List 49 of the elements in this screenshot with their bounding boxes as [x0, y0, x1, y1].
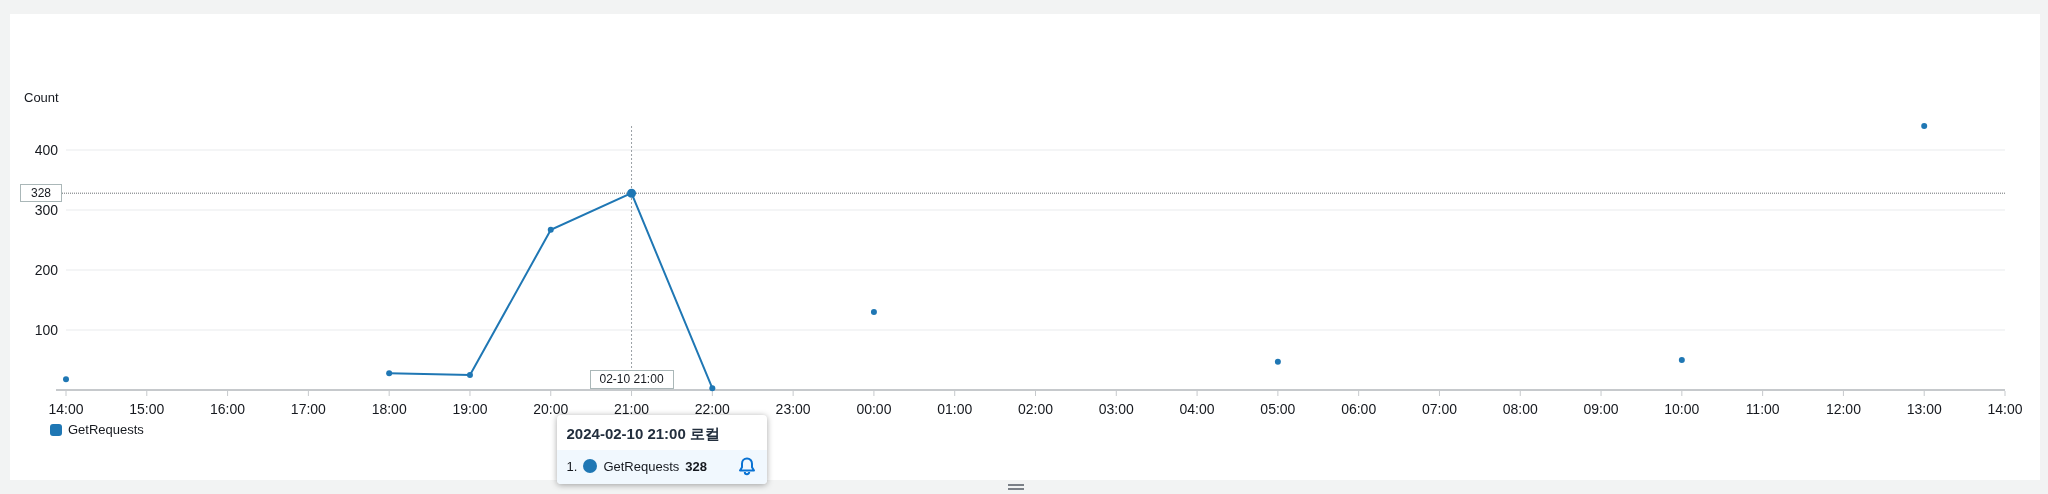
x-tick-label: 22:00 [694, 401, 730, 417]
tooltip-title: 2024-02-10 21:00 로컬 [565, 424, 721, 444]
x-tick-label: 12:00 [1825, 401, 1861, 417]
x-tick-label: 14:00 [1987, 401, 2023, 417]
x-tick-label: 10:00 [1664, 401, 1700, 417]
data-point [1921, 123, 1928, 129]
legend-label[interactable]: GetRequests [68, 422, 144, 437]
x-tick-label: 01:00 [937, 401, 973, 417]
x-tick-label: 13:00 [1906, 401, 1942, 417]
data-point [63, 376, 69, 383]
y-tick-label: 100 [34, 322, 58, 338]
resize-handle-icon[interactable] [1008, 484, 1024, 490]
x-tick-label: 16:00 [210, 401, 246, 417]
crosshair-value-label: 328 [20, 184, 62, 203]
x-tick-label: 17:00 [290, 401, 326, 417]
data-point [627, 188, 637, 198]
x-tick-label: 20:00 [533, 401, 569, 417]
row-index: 1. [566, 458, 578, 474]
data-point [1678, 357, 1685, 363]
x-tick-label: 18:00 [371, 401, 407, 417]
data-point [466, 372, 473, 378]
x-tick-label: 07:00 [1421, 401, 1457, 417]
series-name: GetRequests [603, 458, 680, 474]
y-axis-label: Count [24, 90, 59, 105]
bell-icon[interactable] [736, 456, 757, 476]
y-tick-label: 300 [34, 202, 58, 218]
crosshair-time-label: 02-10 21:00 [589, 370, 674, 389]
data-point [870, 309, 877, 315]
series-value: 328 [685, 458, 707, 474]
x-tick-label: 06:00 [1341, 401, 1377, 417]
x-tick-label: 00:00 [856, 401, 892, 417]
data-point [386, 370, 393, 377]
x-tick-label: 21:00 [614, 401, 650, 417]
x-tick-label: 08:00 [1502, 401, 1538, 417]
x-tick-label: 19:00 [452, 401, 488, 417]
x-tick-label: 02:00 [1018, 401, 1053, 417]
data-point [709, 385, 716, 392]
y-tick-label: 400 [34, 142, 58, 158]
x-tick-label: 11:00 [1745, 401, 1780, 417]
x-tick-label: 14:00 [48, 401, 84, 417]
x-tick-label: 09:00 [1583, 401, 1619, 417]
data-point [1274, 358, 1281, 365]
x-tick-label: 15:00 [129, 401, 165, 417]
x-tick-label: 04:00 [1179, 401, 1215, 417]
y-tick-label: 200 [34, 262, 58, 278]
x-tick-label: 05:00 [1260, 401, 1296, 417]
x-tick-label: 23:00 [775, 401, 811, 417]
data-point [547, 226, 554, 233]
x-tick-label: 03:00 [1098, 401, 1134, 417]
